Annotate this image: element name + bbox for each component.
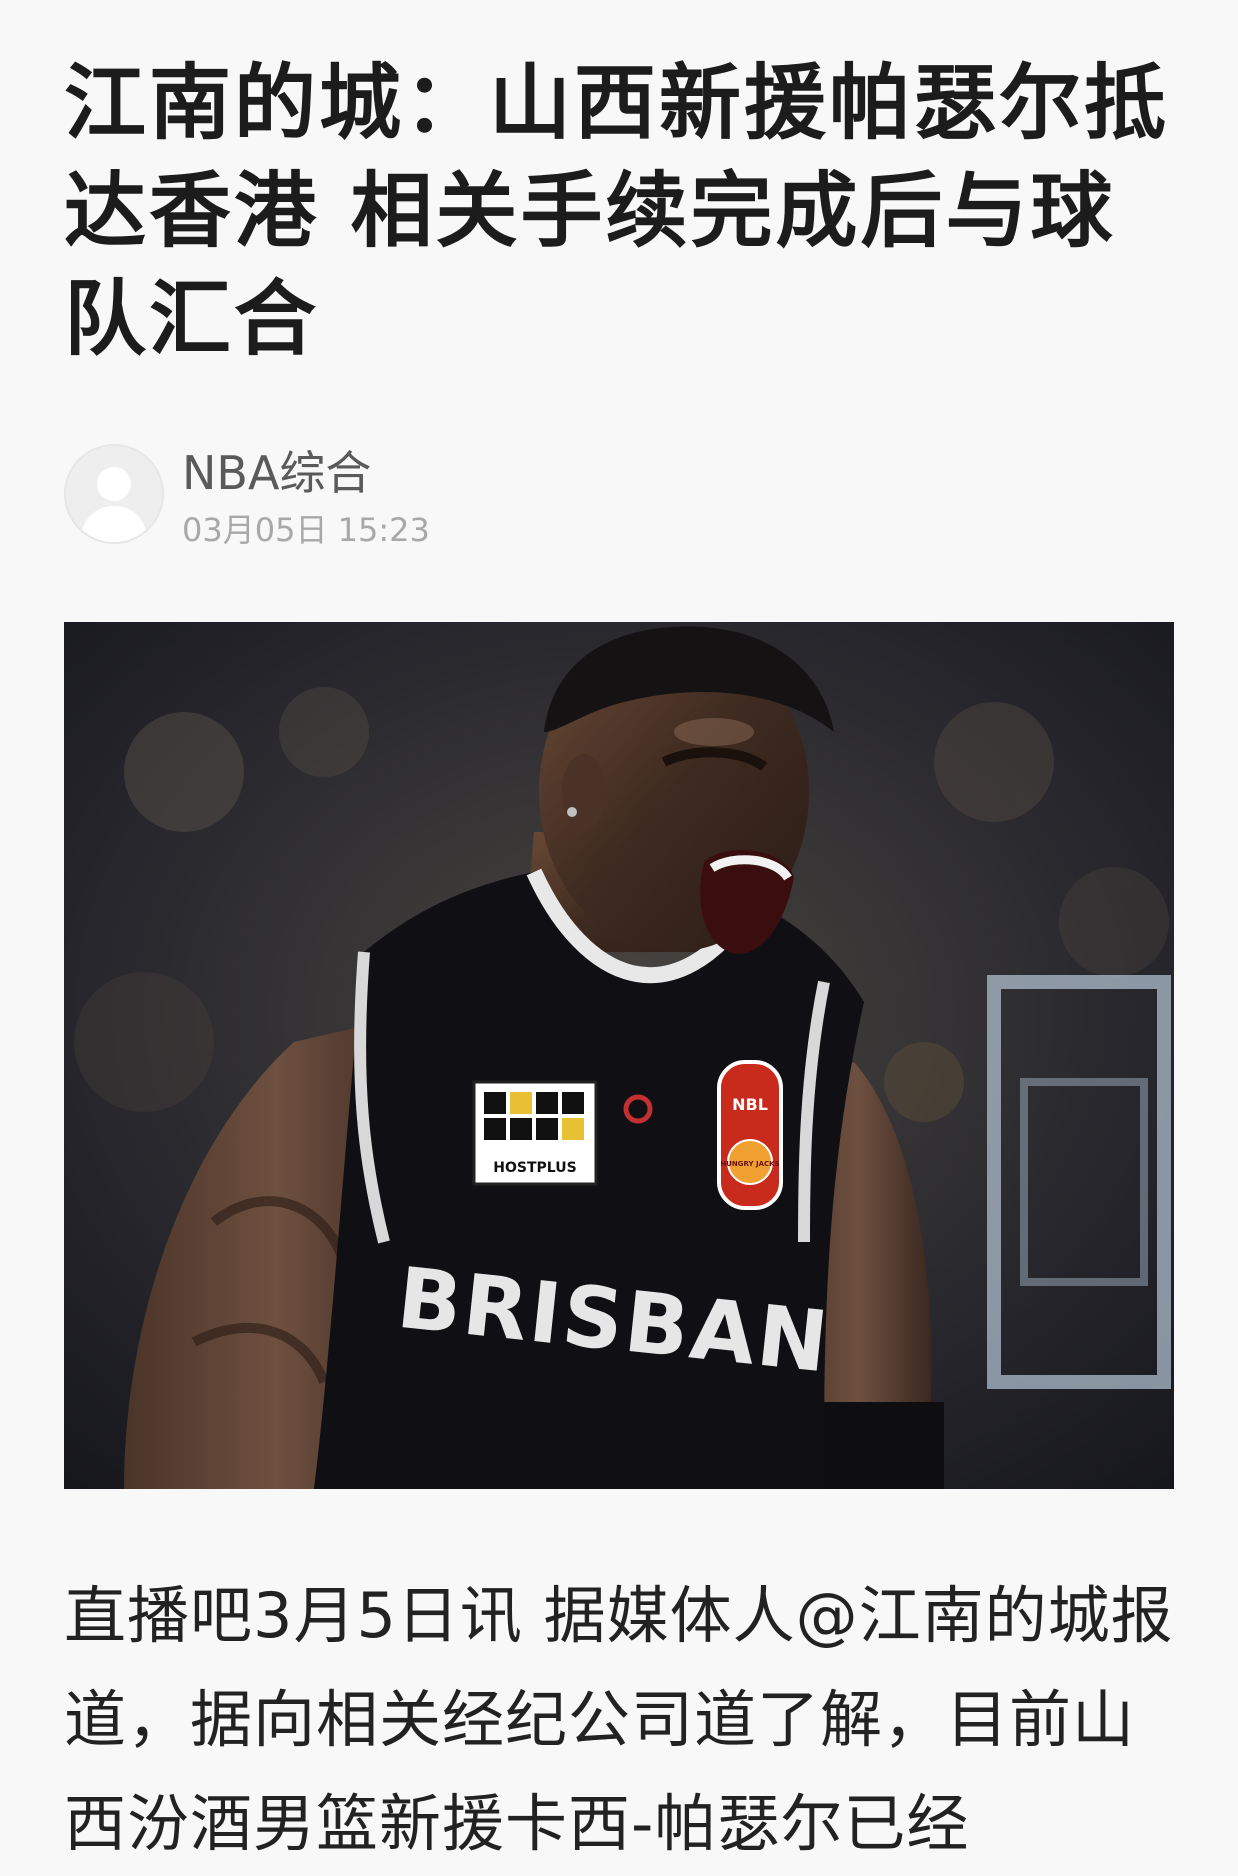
sponsor-text: HOSTPLUS	[493, 1160, 576, 1176]
article-title: 江南的城：山西新援帕瑟尔抵达香港 相关手续完成后与球队汇合	[64, 56, 1170, 367]
badge-text: NBL	[732, 1095, 768, 1114]
author-block[interactable]: NBA综合 03月05日 15:23	[64, 444, 764, 549]
publish-time: 03月05日 15:23	[182, 511, 430, 549]
badge-sub-text: HUNGRY JACKS	[720, 1160, 779, 1168]
article-body: 直播吧3月5日讯 据媒体人@江南的城报道，据向相关经纪公司道了解，目前山西汾酒男…	[64, 1579, 1174, 1860]
default-user-avatar-icon[interactable]	[64, 444, 164, 544]
article-page: 江南的城：山西新援帕瑟尔抵达香港 相关手续完成后与球队汇合 NBA综合 03月0…	[0, 0, 1238, 1860]
author-name[interactable]: NBA综合	[182, 444, 371, 502]
article-hero-image[interactable]: HOSTPLUS NBL HUNGRY JACKS BRISBAN	[64, 622, 1174, 1489]
